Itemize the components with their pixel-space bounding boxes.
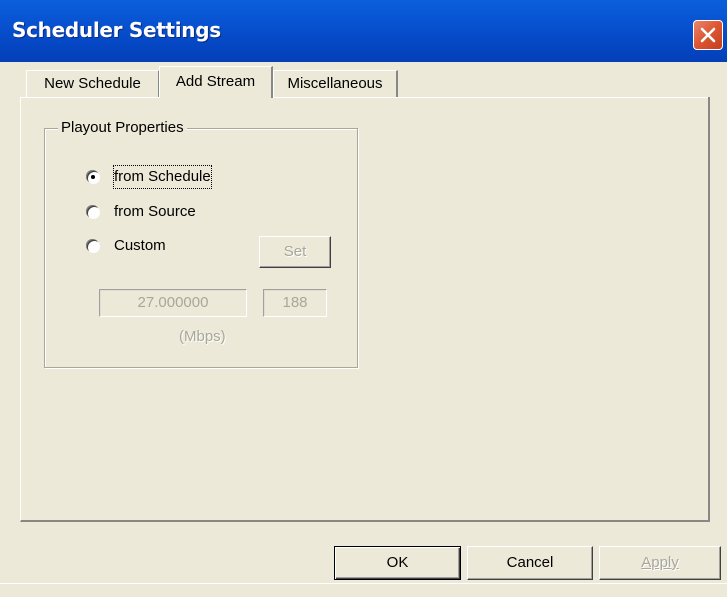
radio-label: from Source	[114, 203, 196, 220]
close-x-icon	[700, 27, 716, 43]
cancel-button[interactable]: Cancel	[467, 546, 593, 580]
tab-label: Add Stream	[175, 73, 256, 90]
tab-label: New Schedule	[44, 75, 141, 92]
close-button[interactable]	[693, 20, 723, 50]
set-button[interactable]: Set	[259, 236, 331, 268]
set-button-label: Set	[283, 243, 307, 260]
rate-field[interactable]: 27.000000	[99, 289, 247, 317]
unit-label: (Mbps)	[179, 328, 226, 345]
radio-selected-dot-icon	[91, 175, 95, 179]
window-bottom-edge	[0, 583, 727, 584]
title-bar[interactable]: Scheduler Settings	[0, 0, 727, 62]
radio-circle-icon	[86, 205, 99, 218]
radio-label: from Schedule	[113, 165, 212, 189]
tab-add-stream[interactable]: Add Stream	[159, 66, 273, 98]
tab-label: Miscellaneous	[287, 75, 383, 92]
ok-button-label: OK	[386, 554, 409, 571]
apply-button-label: Apply	[641, 554, 679, 571]
ok-button[interactable]: OK	[334, 546, 461, 580]
radio-circle-icon	[86, 239, 99, 252]
packet-size-field[interactable]: 188	[263, 289, 327, 317]
window-title: Scheduler Settings	[12, 18, 221, 42]
rate-value: 27.000000	[137, 294, 209, 311]
tab-miscellaneous[interactable]: Miscellaneous	[273, 70, 398, 97]
apply-button[interactable]: Apply	[599, 546, 721, 580]
tab-new-schedule[interactable]: New Schedule	[26, 70, 160, 97]
cancel-button-label: Cancel	[506, 554, 554, 571]
radio-label: Custom	[114, 237, 166, 254]
group-title: Playout Properties	[58, 119, 187, 137]
packet-size-value: 188	[282, 294, 308, 311]
